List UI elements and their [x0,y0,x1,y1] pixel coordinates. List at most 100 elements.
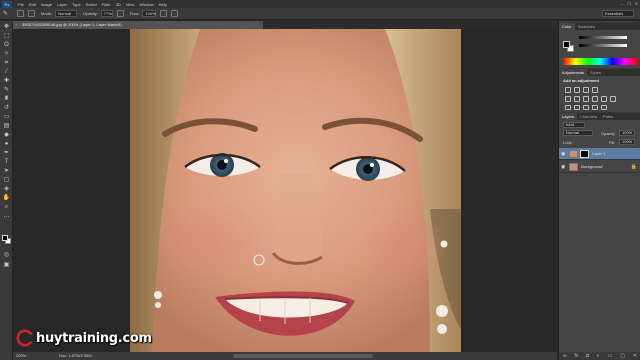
vibrance-icon[interactable] [565,96,571,102]
pen-tool-icon[interactable]: ✒ [2,149,11,157]
selective-color-icon[interactable] [601,105,607,110]
layer-style-icon[interactable]: fx [574,353,578,359]
mode-select[interactable]: Normal [55,10,78,17]
menu-file[interactable]: File [15,2,26,7]
new-layer-icon[interactable]: ▢ [620,353,625,359]
menu-select[interactable]: Select [83,2,99,7]
horizontal-scrollbar[interactable] [233,354,373,358]
visibility-eye-icon[interactable]: ◉ [561,151,567,157]
zoom-level[interactable]: 200% [16,352,26,360]
tab-layers[interactable]: Layers [559,113,578,120]
restore-icon[interactable]: ❐ [627,1,631,6]
quick-select-tool-icon[interactable]: ✧ [2,50,11,58]
color-panel [559,30,640,68]
link-layers-icon[interactable]: ∞ [563,353,567,359]
menu-help[interactable]: Help [156,2,169,7]
layer-thumbnail [569,150,578,158]
foreground-color-swatch[interactable] [2,235,8,241]
photo-filter-icon[interactable] [601,96,607,102]
threshold-icon[interactable] [583,105,589,110]
brightness-contrast-icon[interactable] [565,87,571,93]
levels-icon[interactable] [574,87,580,93]
layer-mask-thumbnail[interactable] [580,150,589,158]
opacity-field[interactable]: 77% [100,10,113,17]
extra-tool-icon[interactable]: … [2,212,11,220]
clone-stamp-tool-icon[interactable]: ♜ [2,95,11,103]
workspace-select[interactable]: Essentials [602,10,634,17]
move-tool-icon[interactable]: ✥ [2,23,11,31]
new-adjustment-icon[interactable]: ◐ [597,353,600,359]
zoom-tool-icon[interactable]: ⌕ [2,203,11,211]
layer-row-background[interactable]: ◉ Background 🔒 [559,161,640,173]
eraser-tool-icon[interactable]: ▭ [2,113,11,121]
brush-tool-preset-icon[interactable]: ✎ [3,10,13,18]
healing-brush-tool-icon[interactable]: ✚ [2,77,11,85]
airbrush-icon[interactable] [160,10,168,17]
canvas-area[interactable]: huytraining.com [13,29,557,352]
hue-saturation-icon[interactable] [574,96,580,102]
blur-tool-icon[interactable]: ◆ [2,131,11,139]
gradient-map-icon[interactable] [592,105,598,110]
tab-adjustments[interactable]: Adjustments [559,69,588,76]
menu-filter[interactable]: Filter [99,2,113,7]
close-document-icon[interactable]: × [15,21,17,29]
brush-size-picker-icon[interactable] [17,10,24,17]
color-balance-icon[interactable] [583,96,589,102]
dodge-tool-icon[interactable]: ● [2,140,11,148]
delete-layer-icon[interactable]: ✕ [633,353,637,359]
minimize-icon[interactable]: – [621,1,623,6]
menu-view[interactable]: View [123,2,137,7]
tab-paths[interactable]: Paths [600,113,616,120]
color-panel-foreground-swatch[interactable] [563,41,570,48]
pressure-size-icon[interactable] [171,10,179,17]
layer-kind-filter[interactable]: Kind [563,122,585,128]
tab-channels[interactable]: Channels [577,113,600,120]
visibility-eye-icon[interactable]: ◉ [561,164,567,170]
flow-field[interactable]: 100% [142,10,157,17]
brush-tool-icon[interactable]: ✎ [2,86,11,94]
color-slider-track[interactable] [579,36,627,39]
tab-color[interactable]: Color [559,23,575,30]
brush-panel-toggle-icon[interactable] [28,10,35,17]
exposure-icon[interactable] [592,87,598,93]
crop-tool-icon[interactable]: ⌗ [2,59,11,67]
channel-mixer-icon[interactable] [610,96,616,102]
lasso-tool-icon[interactable]: ʘ [2,41,11,49]
document-size[interactable]: Doc: 1.87M/2.98M [59,352,92,360]
hand-tool-icon[interactable]: ✋ [2,194,11,202]
curves-icon[interactable] [583,87,589,93]
tab-styles[interactable]: Styles [587,69,604,76]
menu-image[interactable]: Image [38,2,54,7]
black-white-icon[interactable] [592,96,598,102]
menu-3d[interactable]: 3D [113,2,123,7]
layer-row-layer-1[interactable]: ◉ Layer 1 [559,148,640,160]
layer-thumbnail [569,163,578,171]
layer-opacity-field[interactable]: 100% [619,130,635,136]
screen-mode-icon[interactable]: ▣ [2,261,11,269]
document-tab[interactable]: × 390570451598148.jpg @ 200% (Layer 1, L… [13,21,263,29]
close-icon[interactable]: ✕ [635,1,638,6]
new-group-icon[interactable]: ▭ [608,353,613,359]
posterize-icon[interactable] [574,105,580,110]
history-brush-tool-icon[interactable]: ↺ [2,104,11,112]
menu-edit[interactable]: Edit [26,2,38,7]
shape-tool-icon[interactable]: ▢ [2,176,11,184]
path-select-tool-icon[interactable]: ➤ [2,167,11,175]
pressure-opacity-icon[interactable] [116,10,124,17]
tab-swatches[interactable]: Swatches [575,23,598,30]
gradient-tool-icon[interactable]: ▤ [2,122,11,130]
quick-mask-icon[interactable]: ◎ [2,251,11,259]
menu-type[interactable]: Type [70,2,84,7]
marquee-tool-icon[interactable]: ⬚ [2,32,11,40]
fill-field[interactable]: 100% [619,139,635,145]
invert-icon[interactable] [565,105,571,110]
color-spectrum[interactable] [563,58,637,65]
3d-tool-icon[interactable]: ◈ [2,185,11,193]
eyedropper-tool-icon[interactable]: ⁄ [2,68,11,76]
blend-mode-select[interactable]: Normal [563,130,593,136]
menu-layer[interactable]: Layer [54,2,69,7]
add-mask-icon[interactable]: ◘ [586,353,589,359]
type-tool-icon[interactable]: T [2,158,11,166]
color-slider-track[interactable] [579,44,627,47]
menu-window[interactable]: Window [137,2,156,7]
